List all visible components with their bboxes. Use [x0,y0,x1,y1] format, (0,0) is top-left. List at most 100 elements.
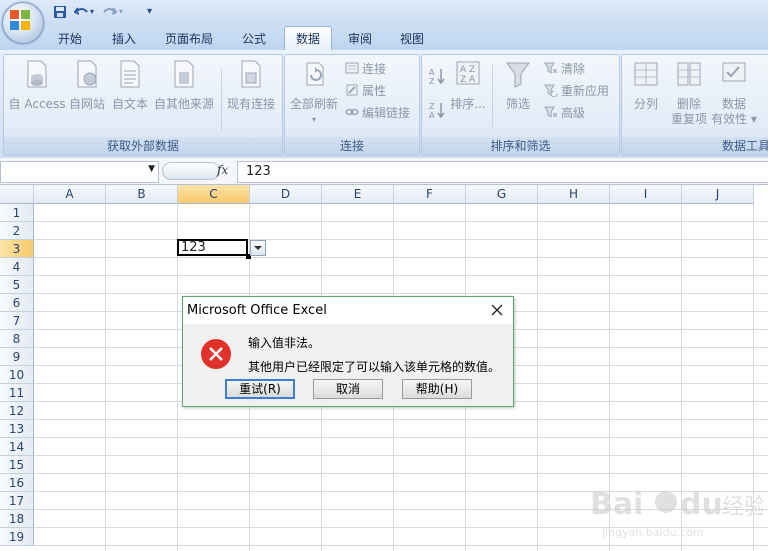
group-label-connections: 连接 [285,137,419,155]
undo-icon[interactable] [74,2,88,22]
row-header-1[interactable]: 1 [0,204,34,222]
row-header-12[interactable]: 12 [0,402,34,420]
svg-text:经验: 经验 [722,495,763,520]
dialog-titlebar[interactable]: Microsoft Office Excel [183,297,513,324]
row-header-15[interactable]: 15 [0,456,34,474]
from-other-sources-button[interactable]: 自其他来源 [152,59,216,112]
column-header-h[interactable]: H [538,185,610,204]
formula-splitter-handle[interactable] [162,162,220,180]
row-header-7[interactable]: 7 [0,312,34,330]
data-validation-button[interactable]: 数据 有效性 ▾ [710,59,758,127]
insert-function-icon[interactable]: fx [217,163,228,177]
tab-formulas[interactable]: 公式 [230,28,278,50]
reapply-button[interactable]: 重新应用 [544,81,609,101]
group-get-external-data: 自 Access 自网站 自文本 自其他来源 现有连接 获取外部数据 [3,54,283,156]
help-button[interactable]: 帮助(H) [402,379,472,399]
from-access-button[interactable]: 自 Access [8,59,66,112]
formula-input[interactable]: 123 [237,161,768,183]
svg-text:A Z: A Z [460,65,475,75]
active-cell-c3[interactable]: 123 [177,239,248,256]
tab-home[interactable]: 开始 [47,28,93,50]
customize-qat-icon[interactable]: ▾ [147,2,152,22]
remove-duplicates-label-2: 重复项 [670,112,707,126]
dialog-message-1: 输入值非法。 [248,336,321,350]
remove-duplicates-button[interactable]: 删除 重复项 [668,59,710,127]
text-to-columns-button[interactable]: 分列 [626,59,666,112]
advanced-filter-button[interactable]: 高级 [544,103,585,123]
sort-button[interactable]: A ZZ A 排序... [448,59,488,112]
redo-dropdown-icon[interactable]: ▾ [119,2,123,22]
row-header-5[interactable]: 5 [0,276,34,294]
row-header-19[interactable]: 19 [0,528,34,546]
row-header-2[interactable]: 2 [0,222,34,240]
validation-dropdown-button[interactable] [250,240,266,256]
connections-button[interactable]: 连接 [345,59,386,79]
tab-review[interactable]: 审阅 [337,28,383,50]
row-header-14[interactable]: 14 [0,438,34,456]
group-connections: 全部刷新 ▾ 连接 属性 编辑链接 连接 [284,54,420,156]
connections-icon [345,62,359,74]
filter-funnel-icon [506,62,530,88]
svg-text:Bai: Bai [590,487,643,522]
column-header-i[interactable]: I [610,185,682,204]
retry-button[interactable]: 重试(R) [225,379,295,399]
column-header-e[interactable]: E [322,185,394,204]
row-header-4[interactable]: 4 [0,258,34,276]
column-header-j[interactable]: J [682,185,754,204]
refresh-all-button[interactable]: 全部刷新 ▾ [288,59,340,127]
cancel-button[interactable]: 取消 [313,379,383,399]
group-label-external-data: 获取外部数据 [4,137,282,155]
svg-text:du: du [680,487,723,522]
from-web-button[interactable]: 自网站 [67,59,107,112]
row-header-17[interactable]: 17 [0,492,34,510]
row-header-8[interactable]: 8 [0,330,34,348]
column-header-a[interactable]: A [34,185,106,204]
column-header-b[interactable]: B [106,185,178,204]
dialog-title: Microsoft Office Excel [187,303,327,318]
edit-links-button[interactable]: 编辑链接 [345,103,410,123]
select-all-corner[interactable] [0,185,34,204]
group-separator [221,69,222,131]
dialog-message-2: 其他用户已经限定了可以输入该单元格的数值。 [248,360,501,374]
filter-button[interactable]: 筛选 [498,59,538,112]
tab-data[interactable]: 数据 [284,26,332,51]
remove-duplicates-icon [677,62,701,86]
clear-filter-icon [544,62,558,74]
clear-filter-button[interactable]: 清除 [544,59,585,79]
row-header-11[interactable]: 11 [0,384,34,402]
save-icon[interactable] [53,2,67,22]
svg-text:A: A [429,111,435,119]
row-header-3[interactable]: 3 [0,240,34,258]
row-header-9[interactable]: 9 [0,348,34,366]
sort-dialog-icon: A ZZ A [456,61,480,85]
properties-button[interactable]: 属性 [345,81,386,101]
formula-controls: fx [160,161,236,181]
tab-page-layout[interactable]: 页面布局 [156,28,222,50]
row-header-10[interactable]: 10 [0,366,34,384]
from-text-button[interactable]: 自文本 [108,59,152,112]
redo-icon[interactable] [103,2,117,22]
undo-dropdown-icon[interactable]: ▾ [90,2,94,22]
row-header-13[interactable]: 13 [0,420,34,438]
refresh-all-dropdown-icon[interactable]: ▾ [288,112,340,127]
close-icon[interactable] [489,302,505,318]
column-header-g[interactable]: G [466,185,538,204]
tab-insert[interactable]: 插入 [101,28,147,50]
from-other-sources-label: 自其他来源 [153,97,214,111]
tab-view[interactable]: 视图 [389,28,435,50]
name-box[interactable]: ▼ [0,161,159,183]
name-box-dropdown-icon[interactable]: ▼ [148,164,155,174]
existing-connections-button[interactable]: 现有连接 [223,59,279,112]
row-header-16[interactable]: 16 [0,474,34,492]
group-label-data-tools: 数据工具 [622,137,768,155]
column-header-c[interactable]: C [178,185,250,204]
sort-desc-icon[interactable]: ZA [428,101,446,119]
text-to-columns-icon [634,62,658,86]
group-sort-filter: AZ ZA A ZZ A 排序... 筛选 清除 重新应用 高级 排序和筛选 [421,54,620,156]
column-header-d[interactable]: D [250,185,322,204]
column-header-f[interactable]: F [394,185,466,204]
row-header-18[interactable]: 18 [0,510,34,528]
row-header-6[interactable]: 6 [0,294,34,312]
svg-text:Z: Z [429,102,435,111]
sort-asc-icon[interactable]: AZ [428,67,446,85]
